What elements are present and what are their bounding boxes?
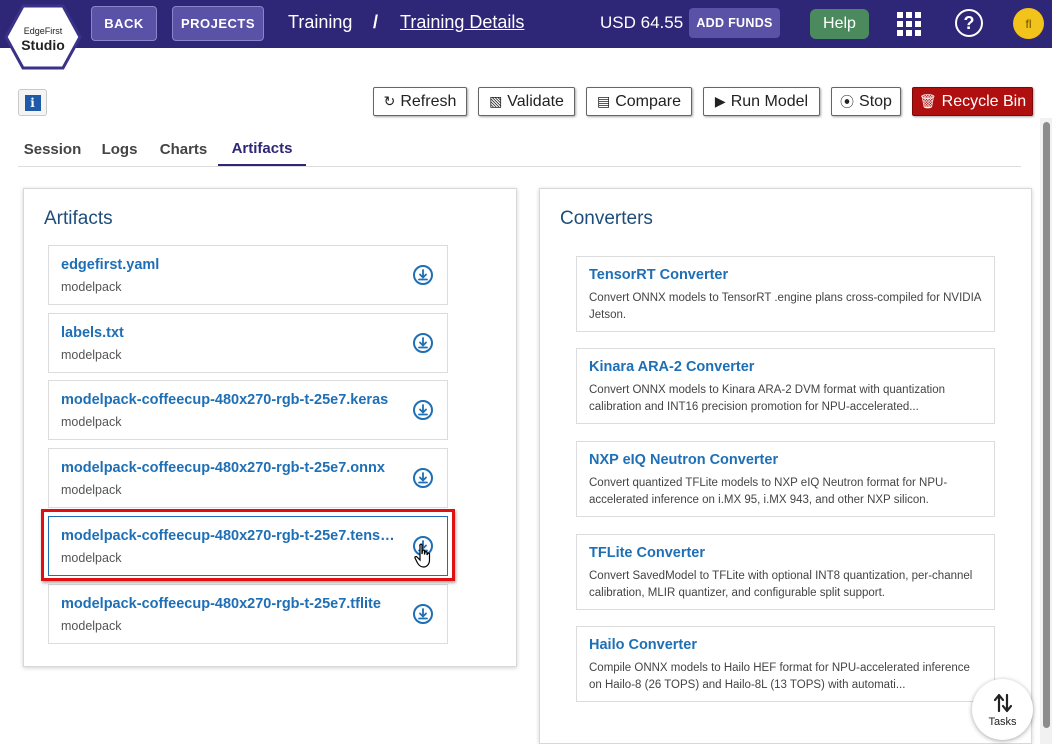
compare-label: Compare <box>615 92 682 110</box>
trash-icon: 🗑 <box>918 93 937 109</box>
projects-button[interactable]: PROJECTS <box>172 6 264 41</box>
tab-bar: Session Logs Charts Artifacts <box>18 132 1021 167</box>
info-button[interactable]: i <box>18 89 47 116</box>
stop-label: Stop <box>859 92 892 110</box>
converter-card-tflite[interactable]: TFLite Converter Convert SavedModel to T… <box>576 534 995 610</box>
tab-artifacts[interactable]: Artifacts <box>218 132 306 166</box>
help-button[interactable]: Help <box>810 9 869 39</box>
tasks-label: Tasks <box>988 715 1017 728</box>
artifact-name[interactable]: modelpack-coffeecup-480x270-rgb-t-25e7.o… <box>61 460 396 476</box>
validate-icon: ▧ <box>489 93 503 109</box>
artifact-item[interactable]: edgefirst.yaml modelpack <box>48 245 448 305</box>
refresh-label: Refresh <box>400 92 457 110</box>
artifact-name[interactable]: modelpack-coffeecup-480x270-rgb-t-25e7.t… <box>61 596 396 612</box>
logo-text-studio: Studio <box>21 37 65 53</box>
compare-icon: ▤ <box>596 93 611 109</box>
tab-session[interactable]: Session <box>18 132 87 166</box>
converter-card-kinara[interactable]: Kinara ARA-2 Converter Convert ONNX mode… <box>576 348 995 424</box>
refresh-icon: ↻ <box>383 93 396 109</box>
top-navigation-bar: BACK PROJECTS Training / Training Detail… <box>0 0 1052 48</box>
stop-button[interactable]: ⦿ Stop <box>831 87 901 116</box>
download-icon[interactable] <box>413 400 433 420</box>
sort-arrows-icon <box>993 693 1012 712</box>
recycle-bin-button[interactable]: 🗑 Recycle Bin <box>912 87 1033 116</box>
artifact-type: modelpack <box>61 348 122 362</box>
page-scrollbar-thumb[interactable] <box>1043 122 1050 728</box>
recycle-bin-label: Recycle Bin <box>941 92 1027 110</box>
compare-button[interactable]: ▤ Compare <box>586 87 692 116</box>
artifact-type: modelpack <box>61 619 122 633</box>
artifacts-title: Artifacts <box>44 208 113 229</box>
breadcrumb-training[interactable]: Training <box>288 12 352 33</box>
converter-title[interactable]: Kinara ARA-2 Converter <box>589 359 754 375</box>
hand-cursor-icon <box>414 543 434 574</box>
add-funds-button[interactable]: ADD FUNDS <box>689 8 780 38</box>
tasks-button[interactable]: Tasks <box>972 679 1033 740</box>
artifact-item[interactable]: labels.txt modelpack <box>48 313 448 373</box>
validate-button[interactable]: ▧ Validate <box>478 87 575 116</box>
download-icon[interactable] <box>413 604 433 624</box>
converter-description: Convert SavedModel to TFLite with option… <box>589 570 973 599</box>
tab-logs[interactable]: Logs <box>94 132 145 166</box>
breadcrumb-separator: / <box>373 12 379 32</box>
run-model-button[interactable]: ▶ Run Model <box>703 87 820 116</box>
breadcrumb-training-details[interactable]: Training Details <box>400 12 524 33</box>
artifact-name[interactable]: modelpack-coffeecup-480x270-rgb-t-25e7.k… <box>61 392 396 408</box>
selection-highlight-box <box>41 509 455 581</box>
artifact-item[interactable]: modelpack-coffeecup-480x270-rgb-t-25e7.k… <box>48 380 448 440</box>
converters-title: Converters <box>560 208 653 229</box>
stop-icon: ⦿ <box>840 93 855 110</box>
converter-title[interactable]: Hailo Converter <box>589 637 697 653</box>
converter-card-hailo[interactable]: Hailo Converter Compile ONNX models to H… <box>576 626 995 702</box>
download-icon[interactable] <box>413 265 433 285</box>
tab-charts[interactable]: Charts <box>152 132 215 166</box>
converter-title[interactable]: NXP eIQ Neutron Converter <box>589 452 778 468</box>
converter-description: Convert quantized TFLite models to NXP e… <box>589 477 948 506</box>
artifacts-panel: Artifacts edgefirst.yaml modelpack label… <box>23 188 517 667</box>
artifact-item[interactable]: modelpack-coffeecup-480x270-rgb-t-25e7.o… <box>48 448 448 508</box>
logo-text-edgefirst: EdgeFirst <box>23 26 63 36</box>
account-balance: USD 64.55 <box>600 13 684 32</box>
user-avatar[interactable]: fl <box>1013 8 1044 39</box>
refresh-button[interactable]: ↻ Refresh <box>373 87 467 116</box>
help-circle-icon[interactable]: ? <box>955 9 983 37</box>
converters-panel: Converters TensorRT Converter Convert ON… <box>539 188 1032 744</box>
apps-grid-icon[interactable] <box>897 12 921 36</box>
artifact-type: modelpack <box>61 415 122 429</box>
info-icon: i <box>24 94 41 111</box>
validate-label: Validate <box>507 92 564 110</box>
artifact-type: modelpack <box>61 280 122 294</box>
converter-card-tensorrt[interactable]: TensorRT Converter Convert ONNX models t… <box>576 256 995 332</box>
converter-title[interactable]: TFLite Converter <box>589 545 705 561</box>
run-model-label: Run Model <box>730 92 809 110</box>
artifact-name[interactable]: edgefirst.yaml <box>61 257 396 273</box>
edgefirst-studio-logo[interactable]: EdgeFirst Studio <box>4 4 82 70</box>
download-icon[interactable] <box>413 333 433 353</box>
artifact-item[interactable]: modelpack-coffeecup-480x270-rgb-t-25e7.t… <box>48 584 448 644</box>
artifact-type: modelpack <box>61 483 122 497</box>
converter-description: Compile ONNX models to Hailo HEF format … <box>589 662 970 691</box>
converter-description: Convert ONNX models to TensorRT .engine … <box>589 292 981 321</box>
play-icon: ▶ <box>714 93 726 109</box>
converter-description: Convert ONNX models to Kinara ARA-2 DVM … <box>589 384 946 413</box>
back-button[interactable]: BACK <box>91 6 157 41</box>
artifact-name[interactable]: labels.txt <box>61 325 396 341</box>
download-icon[interactable] <box>413 468 433 488</box>
converter-title[interactable]: TensorRT Converter <box>589 267 728 283</box>
converter-card-nxp[interactable]: NXP eIQ Neutron Converter Convert quanti… <box>576 441 995 517</box>
